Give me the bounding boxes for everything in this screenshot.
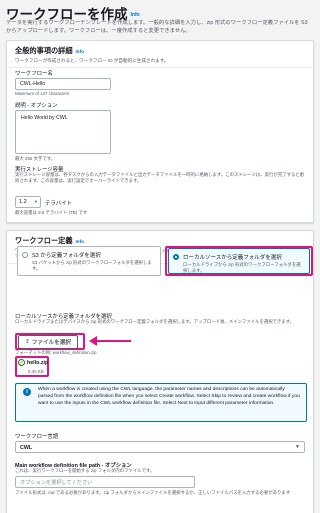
check-circle-icon: ✓ (18, 359, 25, 366)
main-file-path-placeholder: オプションを選択してください (20, 480, 93, 486)
language-label: ワークフロー言語 (15, 434, 59, 440)
panel-title-text: 全般的事項の詳細 (15, 46, 73, 55)
info-link[interactable]: Info (76, 49, 84, 54)
page-description: データを実行するワークフローテンプレートを作成します。一般的な詳細を入力し、zi… (6, 20, 308, 34)
panel-title-text: ワークフロー定義 (15, 236, 73, 245)
option-description: ローカルドライブから zip 形式のワークフローフォルダを選択します。 (183, 262, 301, 273)
upload-hint: ローカルドライブまたはデバイスから zip 形式のワークフロー定義フォルダを選択… (15, 319, 295, 324)
uploaded-file: ✓ hello.zip (18, 359, 48, 366)
workflow-name-hint: Maximum of 127 characters (15, 91, 70, 96)
radio-button-selected[interactable] (173, 254, 179, 260)
main-file-path-input[interactable]: オプションを選択してください (15, 476, 195, 488)
language-select[interactable]: CWL ▼ (15, 441, 305, 453)
panel-title: 全般的事項の詳細 Info (15, 46, 305, 56)
option-title: ローカルソースから定義フォルダを選択 (183, 255, 282, 261)
workflow-name-label: ワークフロー名 (15, 71, 53, 77)
alert-text: When a workflow is created using the CWL… (38, 387, 300, 406)
upload-icon: ⇪ (25, 339, 30, 345)
option-title: S3 から定義フォルダを選択 (32, 253, 101, 259)
description-label: 説明 - オプション (15, 103, 58, 109)
main-file-path-hint: これは、実行ワークフローを開始する zip フォルダ内のファイルです。 (15, 468, 155, 473)
storage-value: 1.2 (19, 199, 27, 205)
storage-stepper[interactable]: 1.2 ▾ (15, 196, 41, 208)
file-format-hint: フォーマットの例: workflow_definition.zip (15, 350, 97, 355)
chevron-down-icon: ▼ (295, 444, 300, 450)
arrow-left-icon (89, 336, 131, 346)
storage-max-hint: 最大容量は 9.6 テラバイト (TB) です (15, 210, 88, 215)
panel-header: 全般的事項の詳細 Info ワークフローが作成されると、ワークフロー ID が自動… (7, 41, 313, 68)
file-name: hello.zip (27, 359, 49, 366)
workflow-definition-panel: ワークフロー定義Info ワークフローを作成するには、定義ファイルがローカルまた… (6, 230, 314, 513)
panel-title: ワークフロー定義 Info (15, 236, 305, 246)
info-icon: i (23, 388, 31, 396)
description-hint: 最大 255 文字です。 (15, 156, 56, 161)
choose-file-label: ファイルを選択 (31, 340, 71, 346)
description-textarea[interactable]: Hello World by CWL (15, 110, 111, 154)
option-description: S3 バケットから zip 形式のワークフローフォルダを選択します。 (32, 260, 152, 271)
info-link[interactable]: Info (76, 239, 84, 244)
general-details-panel: 全般的事項の詳細 Info ワークフローが作成されると、ワークフロー ID が自動… (6, 40, 314, 223)
chevron-updown-icon: ▾ (34, 199, 37, 204)
file-size: 0.40 KB (28, 369, 44, 374)
radio-option-local[interactable]: ローカルソースから定義フォルダを選択 ローカルドライブから zip 形式のワーク… (168, 248, 310, 274)
storage-hint: 実行ストレージ容量は、各タスクからの入力データファイルと出力データファイルを一時… (15, 172, 305, 183)
main-file-path-footer: ファイル形式は .cwl である必要があります。zip フォルダからメインファイ… (15, 490, 291, 495)
info-alert: i When a workflow is created using the C… (15, 383, 307, 422)
info-link[interactable]: Info (131, 12, 140, 18)
choose-file-button[interactable]: ⇪ ファイルを選択 (18, 335, 78, 349)
panel-subtitle: ワークフローが作成されると、ワークフロー ID が自動的に生成されます。 (15, 58, 169, 63)
radio-option-s3[interactable]: S3 から定義フォルダを選択 S3 バケットから zip 形式のワークフローフォ… (17, 246, 161, 276)
workflow-name-input[interactable]: CWL-Hello (15, 78, 111, 90)
language-value: CWL (20, 445, 33, 451)
radio-button[interactable] (22, 252, 28, 258)
storage-unit: テラバイト (45, 201, 72, 207)
